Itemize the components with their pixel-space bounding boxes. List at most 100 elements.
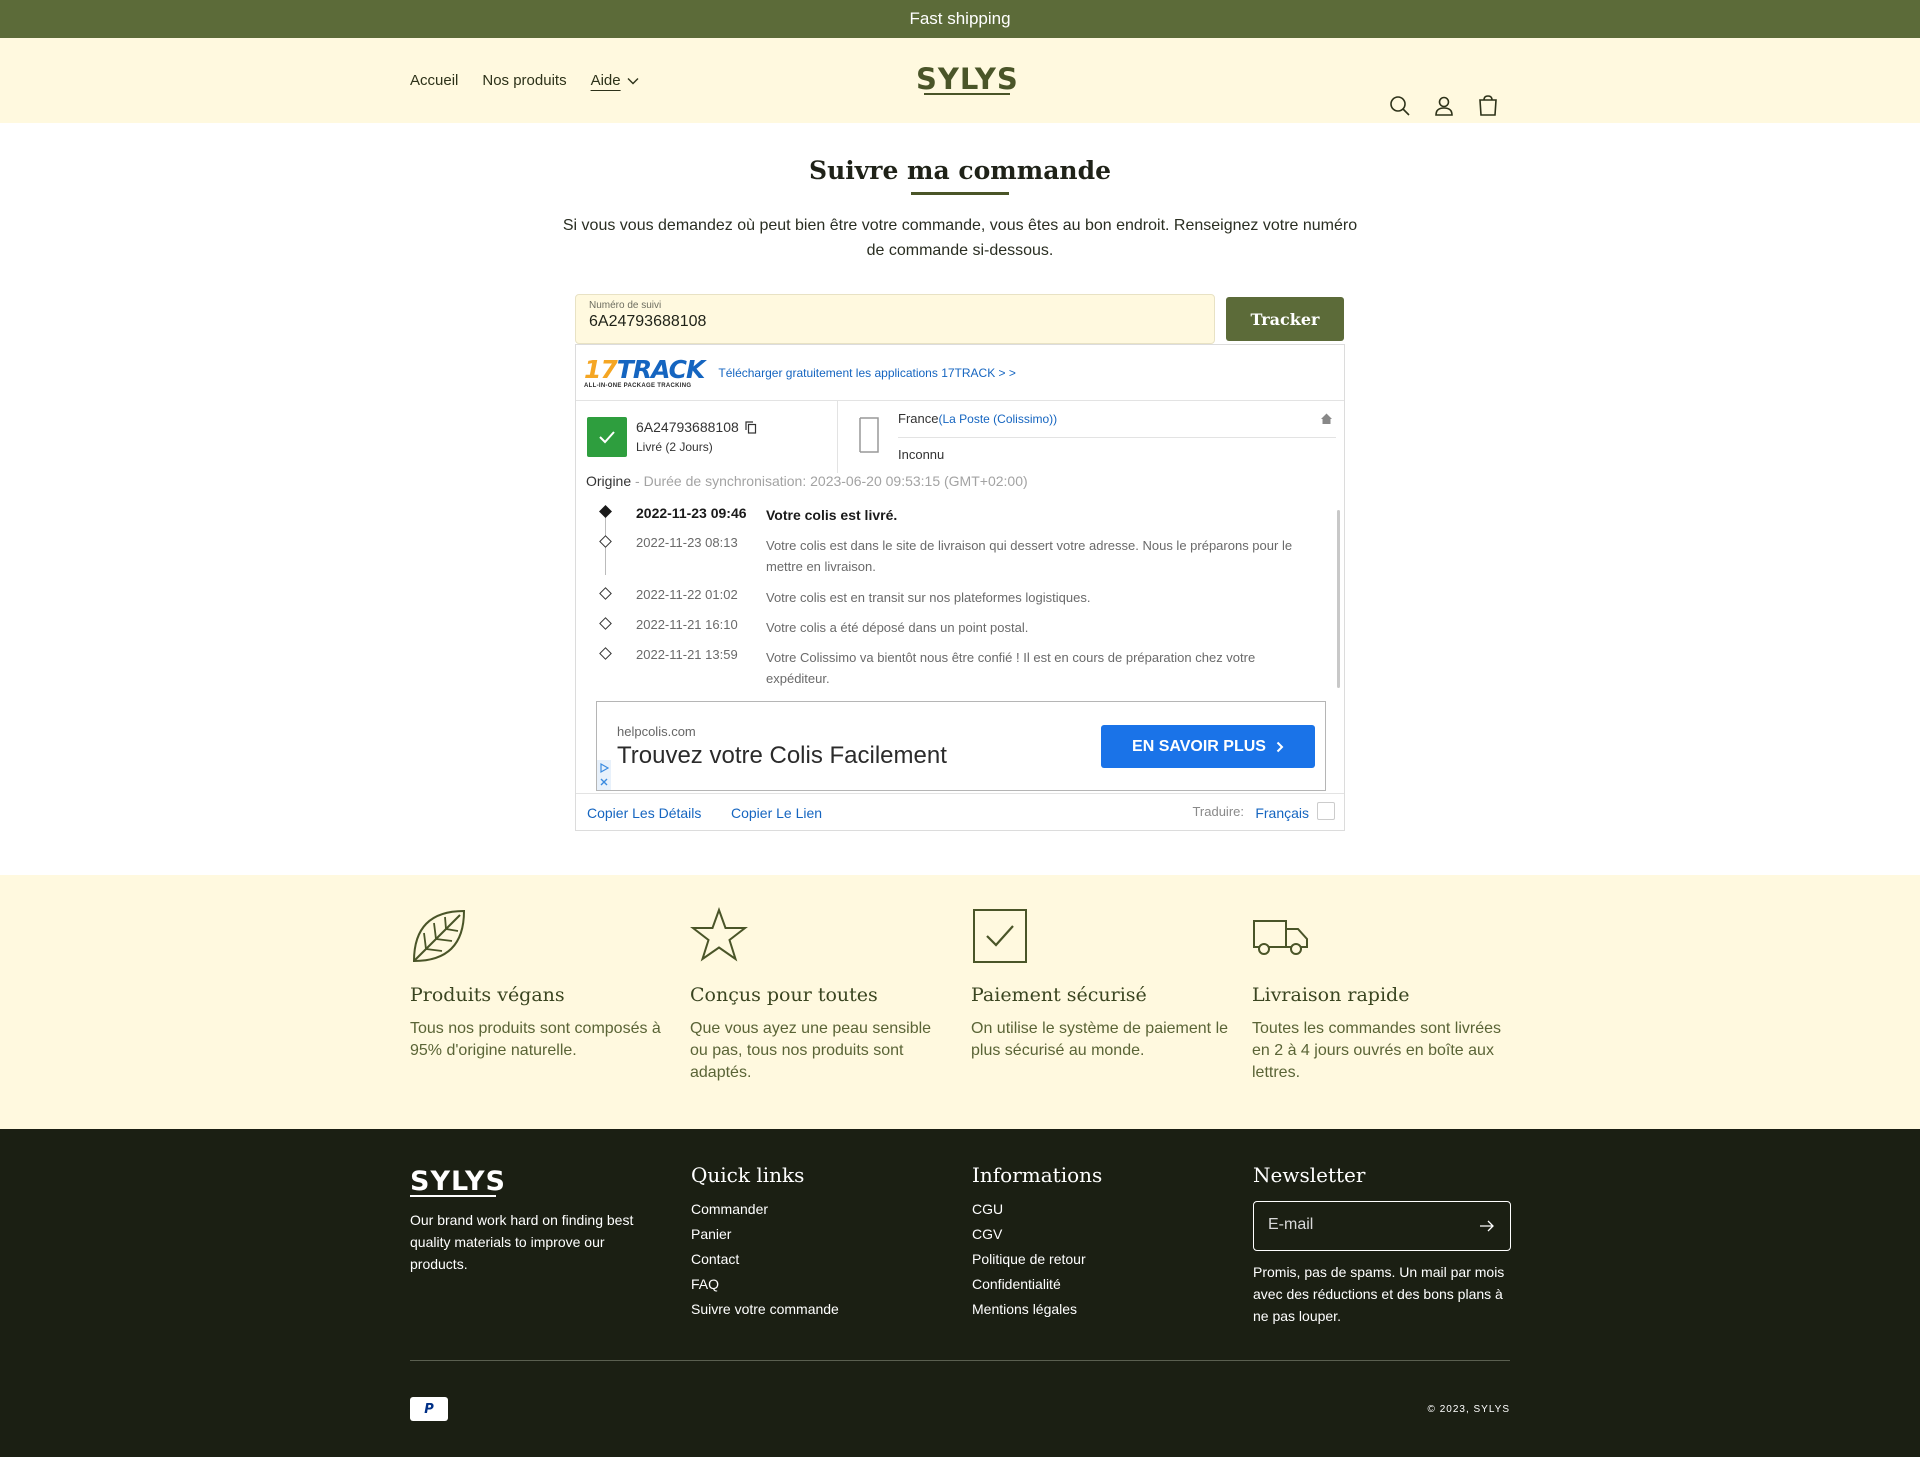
tracking-number: 6A24793688108 xyxy=(636,419,757,435)
account-icon[interactable] xyxy=(1432,94,1456,118)
tracker-button[interactable]: Tracker xyxy=(1226,297,1344,341)
divider xyxy=(898,437,1336,438)
carrier-link[interactable]: (La Poste (Colissimo)) xyxy=(938,412,1057,426)
event-description: Votre colis a été déposé dans un point p… xyxy=(766,620,1029,635)
event-time: 2022-11-23 09:46 xyxy=(636,505,747,521)
logo-underline xyxy=(924,93,1011,95)
main-content: Suivre ma commande Si vous vous demandez… xyxy=(0,123,1920,875)
footer-quick-links: Quick links Commander Panier Contact FAQ… xyxy=(691,1163,839,1326)
footer-link[interactable]: FAQ xyxy=(691,1276,839,1292)
events-scrollbar[interactable] xyxy=(1337,510,1340,688)
event-marker-icon xyxy=(599,535,612,548)
17track-logo[interactable]: 17TRACK ALL-IN-ONE PACKAGE TRACKING xyxy=(584,354,706,389)
feature-text: Que vous ayez une peau sensible ou pas, … xyxy=(690,1020,932,1081)
page-intro: Si vous vous demandez où peut bien être … xyxy=(562,217,1358,259)
event-time: 2022-11-23 08:13 xyxy=(636,535,738,550)
ad-domain: helpcolis.com xyxy=(617,724,696,739)
copy-link-link[interactable]: Copier Le Lien xyxy=(731,805,822,821)
nav-home[interactable]: Accueil xyxy=(410,72,458,89)
logo-text: SYLYS xyxy=(916,62,1019,96)
origin-label: Origine xyxy=(586,473,632,489)
event-time: 2022-11-22 01:02 xyxy=(636,587,738,602)
footer-link[interactable]: CGV xyxy=(972,1226,1102,1242)
feature-text: Toutes les commandes sont livrées en 2 à… xyxy=(1252,1020,1501,1081)
site-header: Accueil Nos produits Aide SYLYS xyxy=(0,38,1920,123)
ad-button-label: EN SAVOIR PLUS xyxy=(1132,737,1266,755)
adchoices-icon[interactable] xyxy=(597,760,611,790)
destination-info: France(La Poste (Colissimo)) Inconnu xyxy=(838,401,1344,473)
search-icon[interactable] xyxy=(1388,94,1412,118)
tracking-input-value: 6A24793688108 xyxy=(589,313,707,330)
home-icon[interactable] xyxy=(1320,412,1333,425)
footer-link[interactable]: Commander xyxy=(691,1201,839,1217)
17track-tagline: ALL-IN-ONE PACKAGE TRACKING xyxy=(584,382,692,389)
footer-heading: Quick links xyxy=(691,1163,805,1187)
event-time: 2022-11-21 13:59 xyxy=(636,647,738,662)
copy-icon[interactable] xyxy=(745,420,757,434)
delivered-check-icon xyxy=(587,417,627,457)
translate-checkbox[interactable] xyxy=(1317,802,1335,820)
footer-link[interactable]: Contact xyxy=(691,1251,839,1267)
flag-placeholder-icon xyxy=(859,417,879,453)
event-marker-icon xyxy=(599,505,612,518)
ad-title[interactable]: Trouvez votre Colis Facilement xyxy=(617,742,947,770)
copyright: © 2023, SYLYS xyxy=(1427,1404,1510,1415)
event-description: Votre colis est livré. xyxy=(766,507,898,523)
copy-details-link[interactable]: Copier Les Détails xyxy=(587,805,701,821)
shipment-summary: 6A24793688108 Livré (2 Jours) xyxy=(576,401,838,473)
download-apps-link[interactable]: Télécharger gratuitement les application… xyxy=(718,366,1016,380)
event-marker-icon xyxy=(599,617,612,630)
17track-logo-word: TRACK xyxy=(616,354,706,384)
advertisement[interactable]: helpcolis.com Trouvez votre Colis Facile… xyxy=(596,701,1326,791)
translate-label: Traduire: xyxy=(1192,804,1244,819)
footer-about: Our brand work hard on finding best qual… xyxy=(410,1212,634,1272)
site-logo[interactable]: SYLYS xyxy=(916,62,1019,102)
event-description: Votre Colissimo va bientôt nous être con… xyxy=(766,650,1256,686)
footer-logo[interactable]: SYLYS xyxy=(410,1167,655,1197)
email-placeholder: E-mail xyxy=(1268,1216,1314,1233)
event-description: Votre colis est en transit sur nos plate… xyxy=(766,590,1091,605)
footer-heading: Informations xyxy=(972,1163,1103,1187)
feature-text: On utilise le système de paiement le plu… xyxy=(971,1020,1229,1059)
widget-header: 17TRACK ALL-IN-ONE PACKAGE TRACKING Télé… xyxy=(576,345,1344,401)
feature-secure-payment: Paiement sécurisé On utilise le système … xyxy=(971,907,1233,1062)
footer-heading: Newsletter xyxy=(1253,1163,1366,1187)
tracking-input-label: Numéro de suivi xyxy=(589,300,662,311)
page-title: Suivre ma commande xyxy=(809,156,1111,185)
destination-country: France(La Poste (Colissimo)) xyxy=(898,411,1057,426)
nav-products[interactable]: Nos produits xyxy=(482,72,566,89)
feature-title: Livraison rapide xyxy=(1252,984,1410,1006)
footer-link[interactable]: Mentions légales xyxy=(972,1301,1102,1317)
newsletter-email-input[interactable]: E-mail xyxy=(1253,1201,1511,1251)
feature-title: Paiement sécurisé xyxy=(971,984,1147,1006)
title-underline xyxy=(911,192,1009,195)
ad-learn-more-button[interactable]: EN SAVOIR PLUS xyxy=(1101,725,1315,768)
header-icons xyxy=(1388,94,1500,118)
footer-divider xyxy=(410,1360,1510,1361)
checkbox-icon xyxy=(973,909,1027,963)
tracking-number-input[interactable]: Numéro de suivi 6A24793688108 xyxy=(575,294,1215,344)
footer-link[interactable]: CGU xyxy=(972,1201,1102,1217)
site-footer: SYLYS Our brand work hard on finding bes… xyxy=(0,1129,1920,1457)
feature-for-everyone: Conçus pour toutes Que vous ayez une pea… xyxy=(690,907,952,1084)
language-select[interactable]: Français xyxy=(1255,805,1309,821)
chevron-down-icon xyxy=(627,77,639,84)
chevron-right-icon xyxy=(1276,741,1284,752)
footer-newsletter: Newsletter E-mail Promis, pas de spams. … xyxy=(1253,1163,1515,1327)
paypal-mark: P xyxy=(424,1401,434,1417)
main-nav: Accueil Nos produits Aide xyxy=(410,38,639,123)
cart-icon[interactable] xyxy=(1476,94,1500,118)
footer-link[interactable]: Suivre votre commande xyxy=(691,1301,839,1317)
nav-help[interactable]: Aide xyxy=(591,72,639,89)
feature-title: Conçus pour toutes xyxy=(690,984,878,1006)
announcement-text: Fast shipping xyxy=(909,9,1011,28)
newsletter-text: Promis, pas de spams. Un mail par mois a… xyxy=(1253,1264,1505,1324)
17track-logo-number: 17 xyxy=(584,354,618,384)
nav-help-label: Aide xyxy=(590,72,621,89)
footer-link[interactable]: Confidentialité xyxy=(972,1276,1102,1292)
announcement-bar: Fast shipping xyxy=(0,0,1920,38)
arrow-right-icon[interactable] xyxy=(1478,1217,1496,1235)
event-marker-icon xyxy=(599,647,612,660)
footer-link[interactable]: Panier xyxy=(691,1226,839,1242)
footer-link[interactable]: Politique de retour xyxy=(972,1251,1102,1267)
